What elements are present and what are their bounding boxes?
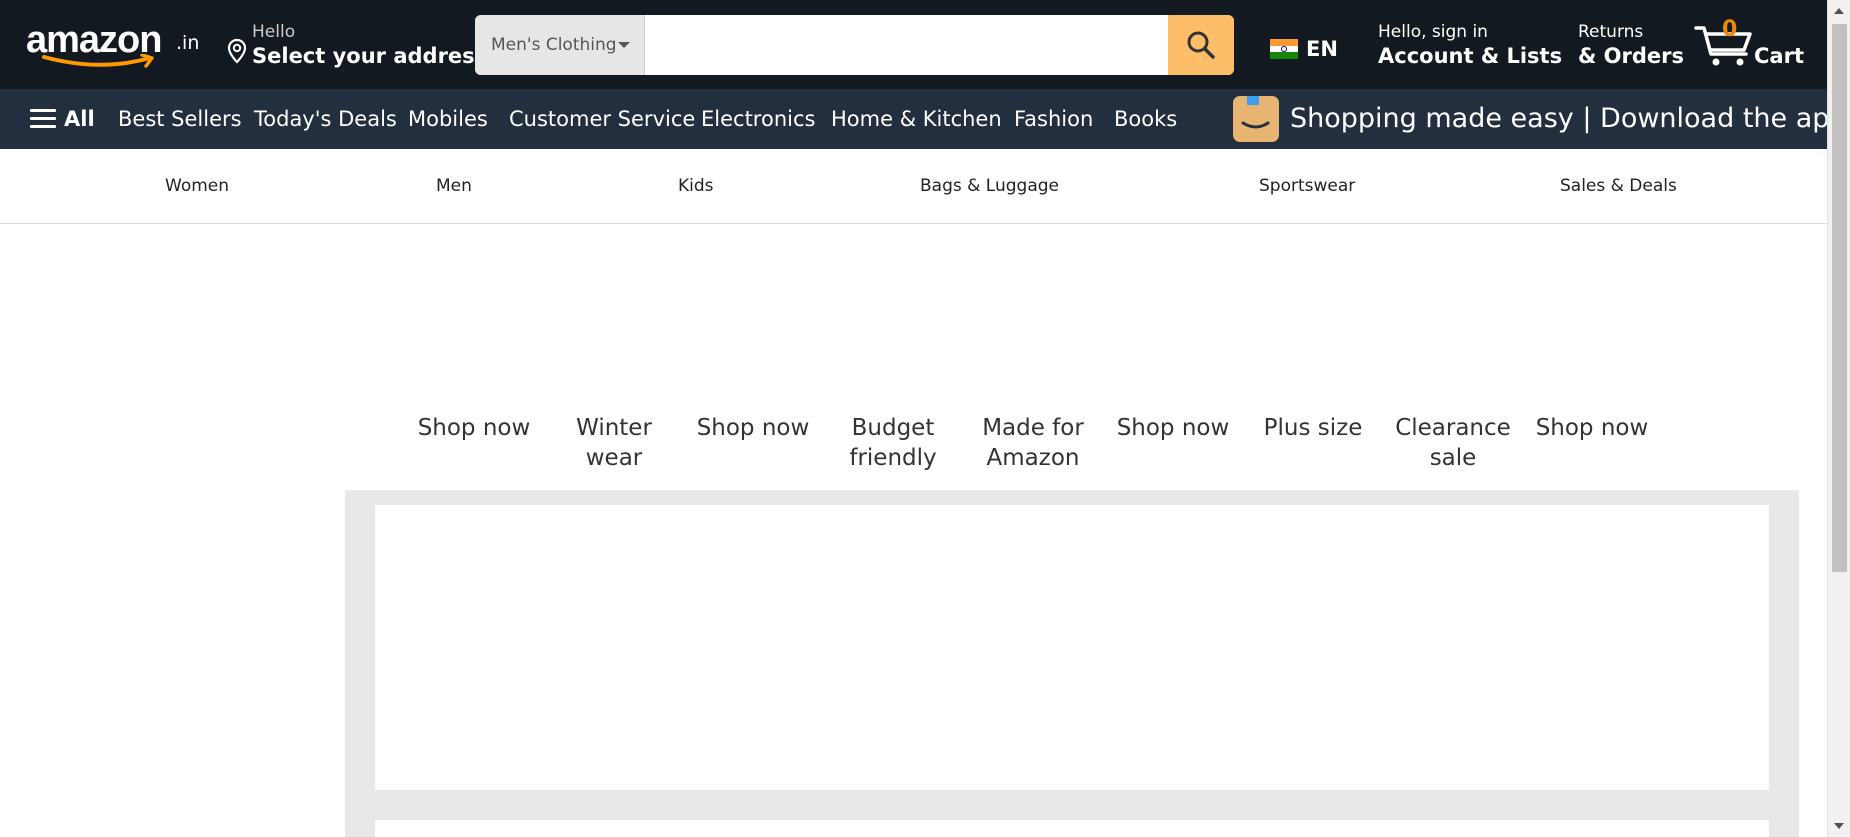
- all-menu-label: All: [64, 107, 95, 131]
- account-label: Account & Lists: [1378, 44, 1563, 68]
- banner-card[interactable]: [375, 505, 1769, 790]
- content-panel: [345, 490, 1799, 837]
- search-category-label: Men's Clothing: [491, 35, 617, 55]
- all-menu-button[interactable]: All: [30, 89, 95, 149]
- address-action: Select your address: [252, 44, 488, 68]
- nav-electronics[interactable]: Electronics: [701, 89, 815, 149]
- language-code: EN: [1306, 37, 1338, 61]
- scroll-up-arrow-icon[interactable]: [1828, 0, 1850, 22]
- category-sales-deals[interactable]: Sales & Deals: [1560, 149, 1677, 224]
- nav-mobiles[interactable]: Mobiles: [408, 89, 488, 149]
- language-selector[interactable]: EN: [1268, 34, 1340, 62]
- returns-label: Returns: [1578, 22, 1644, 42]
- category-kids[interactable]: Kids: [678, 149, 714, 224]
- nav-home-kitchen[interactable]: Home & Kitchen: [831, 89, 1002, 149]
- nav-books[interactable]: Books: [1114, 89, 1177, 149]
- search-input[interactable]: [645, 15, 1168, 75]
- tile-winter-wear[interactable]: Winter wear: [549, 413, 679, 473]
- vertical-scrollbar[interactable]: [1827, 0, 1850, 837]
- amazon-app-icon[interactable]: [1233, 96, 1279, 142]
- chevron-down-icon: [618, 42, 630, 48]
- category-women[interactable]: Women: [165, 149, 229, 224]
- nav-fashion[interactable]: Fashion: [1014, 89, 1093, 149]
- search-category-dropdown[interactable]: Men's Clothing: [475, 15, 645, 75]
- address-hello: Hello: [252, 22, 296, 42]
- logo-smile-icon: [42, 54, 154, 68]
- nav-todays-deals[interactable]: Today's Deals: [254, 89, 397, 149]
- tile-shop-now[interactable]: Shop now: [1108, 413, 1238, 443]
- search-button[interactable]: [1168, 15, 1234, 75]
- tile-made-for-amazon[interactable]: Made for Amazon: [968, 413, 1098, 473]
- app-smile-icon: [1241, 121, 1270, 129]
- tile-shop-now[interactable]: Shop now: [688, 413, 818, 443]
- top-navigation-bar: amazon .in Hello Select your address Men…: [0, 0, 1827, 89]
- tile-clearance-sale[interactable]: Clearance sale: [1388, 413, 1518, 473]
- search-icon: [1187, 31, 1215, 59]
- delivery-address-selector[interactable]: Hello Select your address: [224, 20, 487, 70]
- cart-label: Cart: [1754, 44, 1804, 68]
- category-men[interactable]: Men: [436, 149, 472, 224]
- cart-count-badge: 0: [1722, 17, 1738, 42]
- shop-tiles-row: Shop now Winter wear Shop now Budget fri…: [0, 405, 1827, 475]
- account-and-lists[interactable]: Hello, sign in Account & Lists: [1378, 20, 1562, 70]
- orders-label: & Orders: [1578, 44, 1684, 68]
- banner-card[interactable]: [375, 820, 1769, 837]
- scrollbar-thumb[interactable]: [1832, 24, 1847, 572]
- tile-plus-size[interactable]: Plus size: [1248, 413, 1378, 443]
- tile-budget-friendly[interactable]: Budget friendly: [828, 413, 958, 473]
- amazon-logo[interactable]: amazon .in: [24, 14, 200, 74]
- hamburger-menu-icon: [30, 109, 56, 129]
- category-sportswear[interactable]: Sportswear: [1259, 149, 1355, 224]
- tile-shop-now[interactable]: Shop now: [409, 413, 539, 443]
- category-bags-luggage[interactable]: Bags & Luggage: [920, 149, 1059, 224]
- logo-tld: .in: [176, 32, 200, 54]
- search-bar: Men's Clothing: [475, 15, 1234, 75]
- tile-shop-now[interactable]: Shop now: [1527, 413, 1657, 443]
- location-pin-icon: [227, 38, 247, 64]
- scroll-down-arrow-icon[interactable]: [1828, 815, 1850, 837]
- nav-best-sellers[interactable]: Best Sellers: [118, 89, 242, 149]
- app-download-promo[interactable]: Shopping made easy | Download the app: [1290, 89, 1847, 149]
- returns-and-orders[interactable]: Returns & Orders: [1578, 20, 1684, 70]
- account-greeting: Hello, sign in: [1378, 22, 1488, 42]
- secondary-navigation-bar: All Best Sellers Today's Deals Mobiles C…: [0, 89, 1847, 149]
- india-flag-icon: [1270, 39, 1298, 59]
- fashion-category-bar: Women Men Kids Bags & Luggage Sportswear…: [0, 149, 1827, 224]
- nav-customer-service[interactable]: Customer Service: [509, 89, 695, 149]
- cart-button[interactable]: 0 Cart: [1694, 17, 1804, 72]
